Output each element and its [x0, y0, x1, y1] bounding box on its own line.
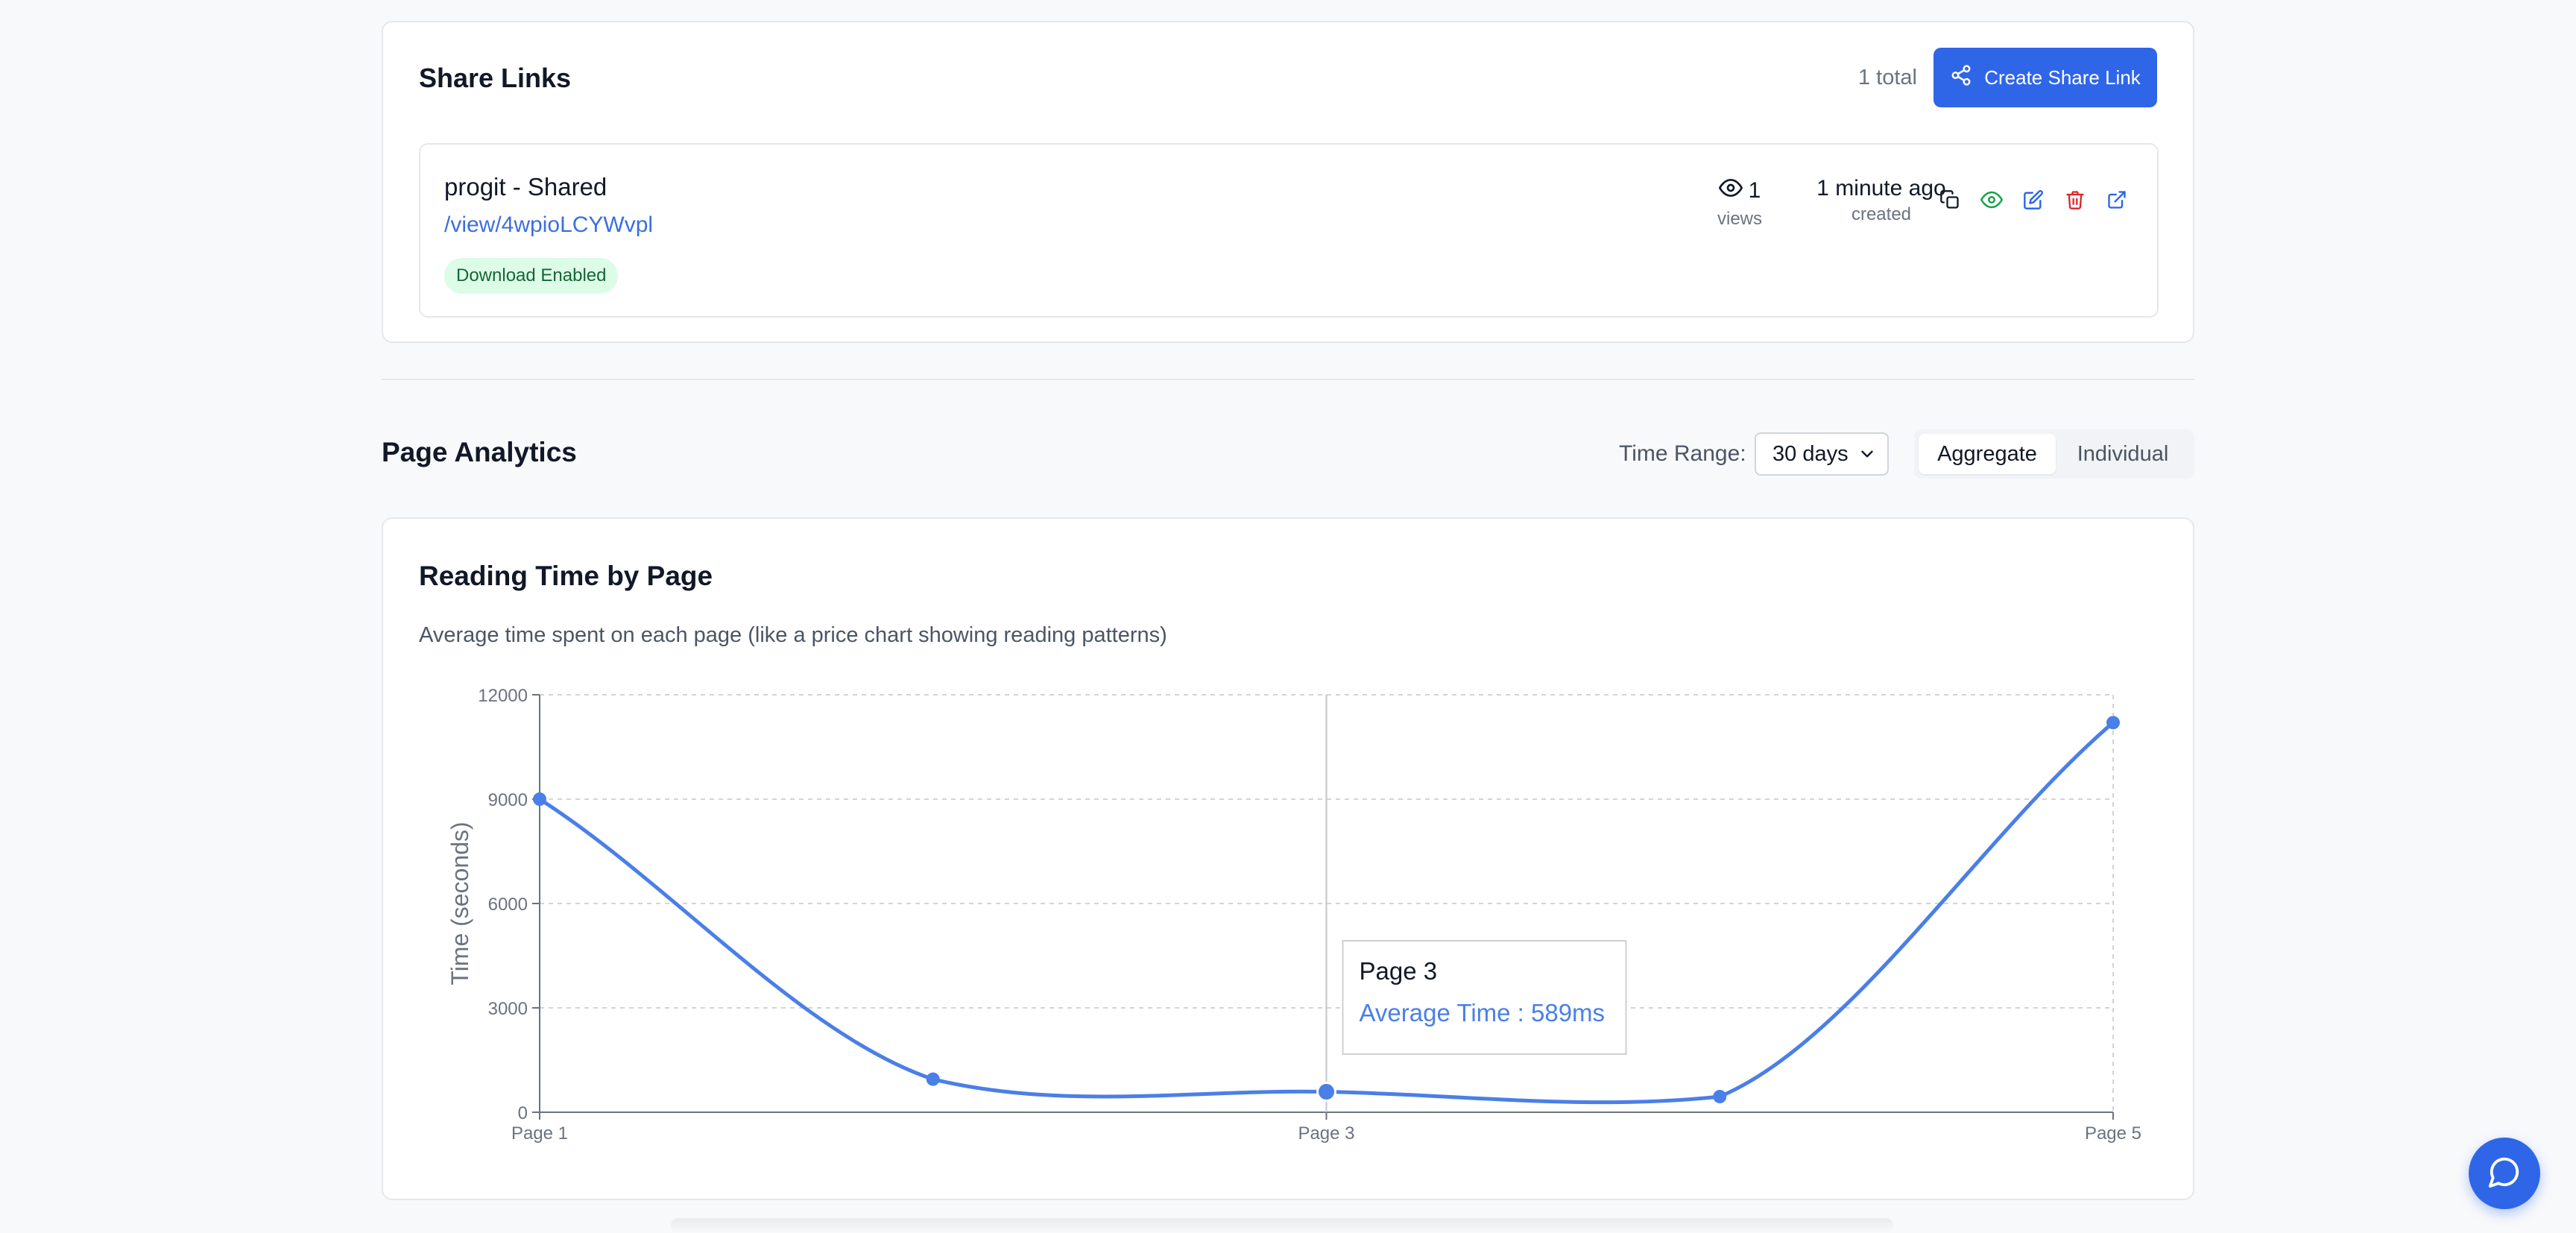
y-tick-label: 12000 [478, 686, 528, 706]
share-link-item: progit - Shared /view/4wpioLCYWvpl Downl… [419, 143, 2159, 318]
data-point[interactable] [2106, 716, 2120, 730]
y-tick-label: 9000 [488, 790, 528, 810]
x-tick-label: Page 3 [1298, 1123, 1354, 1144]
eye-icon[interactable] [1980, 188, 2004, 212]
eye-icon [1718, 176, 1743, 206]
x-tick-label: Page 5 [2085, 1123, 2141, 1144]
time-range-select[interactable]: 30 days [1755, 432, 1889, 476]
created-value: 1 minute ago [1816, 176, 1946, 201]
chat-bubble-icon [2487, 1155, 2522, 1193]
section-divider [382, 379, 2194, 380]
time-range-value: 30 days [1772, 441, 1849, 466]
y-tick-label: 6000 [488, 895, 528, 915]
page-analytics-title: Page Analytics [382, 437, 577, 467]
share-icon [1950, 64, 1972, 92]
share-link-url[interactable]: /view/4wpioLCYWvpl [444, 212, 653, 238]
data-point[interactable] [926, 1072, 940, 1086]
tooltip-title: Page 3 [1360, 957, 1438, 985]
data-point[interactable] [533, 792, 546, 806]
views-count: 1 [1748, 178, 1761, 203]
edit-icon[interactable] [2021, 188, 2045, 212]
download-enabled-badge: Download Enabled [444, 258, 619, 294]
tooltip-value: Average Time : 589ms [1360, 999, 1606, 1027]
trash-icon[interactable] [2063, 188, 2087, 212]
reading-time-chart[interactable]: 0 3000 6000 9000 12000 Page 1 Page 3 Page 5 Time… [383, 519, 2193, 1199]
create-share-link-label: Create Share Link [1984, 66, 2141, 89]
mode-aggregate-button[interactable]: Aggregate [1919, 434, 2056, 474]
external-link-icon[interactable] [2105, 188, 2129, 212]
copy-icon[interactable] [1938, 188, 1962, 212]
y-tick-label: 3000 [488, 999, 528, 1019]
create-share-link-button[interactable]: Create Share Link [1933, 48, 2157, 107]
share-link-name: progit - Shared [444, 173, 607, 201]
view-mode-toggle: Aggregate Individual [1914, 429, 2194, 479]
share-links-title: Share Links [419, 63, 572, 93]
mode-individual-button[interactable]: Individual [2056, 434, 2190, 474]
share-links-card: Share Links 1 total Create Share Link pr… [382, 21, 2194, 343]
share-links-total: 1 total [1858, 66, 1917, 89]
y-tick-label: 0 [518, 1103, 528, 1123]
chevron-down-icon [1857, 444, 1877, 470]
x-tick-label: Page 1 [511, 1123, 568, 1144]
chat-button[interactable] [2469, 1138, 2540, 1209]
views-stat: 1 views [1702, 176, 1777, 230]
created-label: created [1851, 204, 1912, 224]
data-point[interactable] [1316, 1082, 1336, 1103]
y-axis-label: Time (seconds) [446, 822, 473, 985]
time-range-label: Time Range: [1619, 441, 1746, 466]
reading-time-chart-card: Reading Time by Page Average time spent … [382, 517, 2194, 1200]
bottom-shadow [671, 1218, 1893, 1233]
views-label: views [1717, 209, 1762, 229]
share-link-actions [1938, 188, 2129, 212]
created-stat: 1 minute ago created [1807, 176, 1956, 225]
data-point[interactable] [1713, 1090, 1727, 1103]
